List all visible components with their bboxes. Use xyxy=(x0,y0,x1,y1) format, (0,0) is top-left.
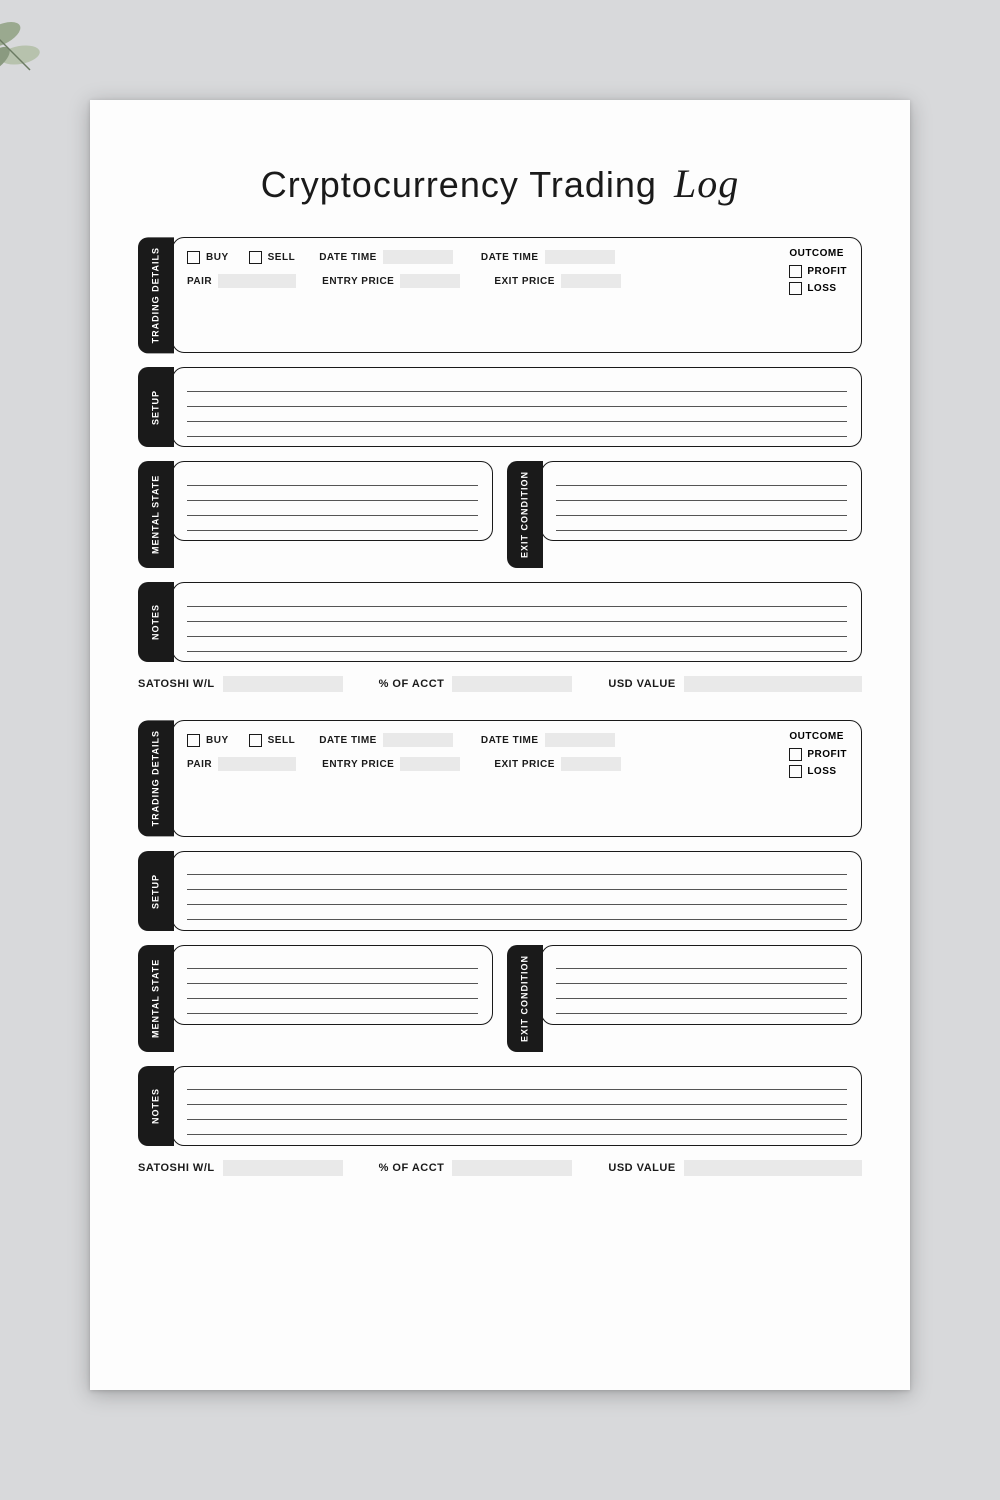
mental-state-tab: MENTAL STATE xyxy=(138,945,174,1052)
sell-checkbox[interactable] xyxy=(249,251,262,264)
mental-state-box[interactable] xyxy=(172,945,493,1025)
profit-label: PROFIT xyxy=(807,749,847,760)
title-script: Log xyxy=(674,161,739,206)
trade-entry: TRADING DETAILS BUY SELL DATE TIME DATE … xyxy=(138,720,862,1175)
satoshi-field[interactable] xyxy=(223,676,343,692)
outcome-group: OUTCOME PROFIT LOSS xyxy=(789,731,847,782)
buy-label: BUY xyxy=(206,735,229,746)
datetime-exit-label: DATE TIME xyxy=(481,252,539,263)
entry-price-label: ENTRY PRICE xyxy=(322,759,394,770)
sell-label: SELL xyxy=(268,252,296,263)
exit-condition-box[interactable] xyxy=(541,945,862,1025)
pair-field[interactable] xyxy=(218,757,296,771)
mental-state-box[interactable] xyxy=(172,461,493,541)
setup-box[interactable] xyxy=(172,851,862,931)
datetime-entry-field[interactable] xyxy=(383,250,453,264)
pair-label: PAIR xyxy=(187,759,212,770)
title-main: Cryptocurrency Trading xyxy=(261,164,657,205)
exit-price-field[interactable] xyxy=(561,757,621,771)
pair-field[interactable] xyxy=(218,274,296,288)
exit-price-field[interactable] xyxy=(561,274,621,288)
summary-row: SATOSHI W/L % OF ACCT USD VALUE xyxy=(138,676,862,692)
datetime-exit-field[interactable] xyxy=(545,733,615,747)
trading-details-section: TRADING DETAILS BUY SELL DATE TIME DATE … xyxy=(138,237,862,353)
pct-acct-field[interactable] xyxy=(452,1160,572,1176)
datetime-entry-label: DATE TIME xyxy=(319,252,377,263)
buy-label: BUY xyxy=(206,252,229,263)
exit-condition-tab: EXIT CONDITION xyxy=(507,461,543,568)
exit-condition-tab: EXIT CONDITION xyxy=(507,945,543,1052)
datetime-entry-field[interactable] xyxy=(383,733,453,747)
exit-condition-section: EXIT CONDITION xyxy=(507,945,862,1052)
notes-tab: NOTES xyxy=(138,1066,174,1146)
pair-label: PAIR xyxy=(187,276,212,287)
pct-acct-field[interactable] xyxy=(452,676,572,692)
trading-details-box: BUY SELL DATE TIME DATE TIME PAIR ENTRY … xyxy=(172,237,862,353)
entry-price-field[interactable] xyxy=(400,757,460,771)
datetime-exit-field[interactable] xyxy=(545,250,615,264)
usd-value-label: USD VALUE xyxy=(608,678,675,690)
profit-label: PROFIT xyxy=(807,266,847,277)
notes-section: NOTES xyxy=(138,582,862,662)
datetime-exit-label: DATE TIME xyxy=(481,735,539,746)
exit-price-label: EXIT PRICE xyxy=(494,759,555,770)
pct-acct-label: % OF ACCT xyxy=(379,678,445,690)
trading-details-section: TRADING DETAILS BUY SELL DATE TIME DATE … xyxy=(138,720,862,836)
pct-acct-label: % OF ACCT xyxy=(379,1162,445,1174)
buy-checkbox[interactable] xyxy=(187,734,200,747)
mental-state-section: MENTAL STATE xyxy=(138,945,493,1052)
exit-condition-section: EXIT CONDITION xyxy=(507,461,862,568)
loss-label: LOSS xyxy=(807,766,836,777)
setup-section: SETUP xyxy=(138,851,862,931)
outcome-label: OUTCOME xyxy=(789,731,847,742)
trading-details-box: BUY SELL DATE TIME DATE TIME PAIR ENTRY … xyxy=(172,720,862,836)
setup-section: SETUP xyxy=(138,367,862,447)
profit-checkbox[interactable] xyxy=(789,748,802,761)
outcome-group: OUTCOME PROFIT LOSS xyxy=(789,248,847,299)
loss-label: LOSS xyxy=(807,283,836,294)
outcome-label: OUTCOME xyxy=(789,248,847,259)
exit-condition-box[interactable] xyxy=(541,461,862,541)
notes-tab: NOTES xyxy=(138,582,174,662)
setup-tab: SETUP xyxy=(138,851,174,931)
satoshi-field[interactable] xyxy=(223,1160,343,1176)
setup-box[interactable] xyxy=(172,367,862,447)
usd-value-label: USD VALUE xyxy=(608,1162,675,1174)
buy-checkbox[interactable] xyxy=(187,251,200,264)
setup-tab: SETUP xyxy=(138,367,174,447)
datetime-entry-label: DATE TIME xyxy=(319,735,377,746)
profit-checkbox[interactable] xyxy=(789,265,802,278)
page-title: Cryptocurrency Trading Log xyxy=(138,160,862,207)
trade-entry: TRADING DETAILS BUY SELL DATE TIME DATE … xyxy=(138,237,862,692)
loss-checkbox[interactable] xyxy=(789,765,802,778)
satoshi-label: SATOSHI W/L xyxy=(138,1162,215,1174)
mental-state-section: MENTAL STATE xyxy=(138,461,493,568)
trading-details-tab: TRADING DETAILS xyxy=(138,720,174,836)
log-page: Cryptocurrency Trading Log TRADING DETAI… xyxy=(90,100,910,1390)
trading-details-tab: TRADING DETAILS xyxy=(138,237,174,353)
satoshi-label: SATOSHI W/L xyxy=(138,678,215,690)
sell-checkbox[interactable] xyxy=(249,734,262,747)
summary-row: SATOSHI W/L % OF ACCT USD VALUE xyxy=(138,1160,862,1176)
loss-checkbox[interactable] xyxy=(789,282,802,295)
decorative-leaf xyxy=(0,10,70,90)
sell-label: SELL xyxy=(268,735,296,746)
exit-price-label: EXIT PRICE xyxy=(494,276,555,287)
usd-value-field[interactable] xyxy=(684,676,862,692)
mental-state-tab: MENTAL STATE xyxy=(138,461,174,568)
entry-price-label: ENTRY PRICE xyxy=(322,276,394,287)
notes-box[interactable] xyxy=(172,582,862,662)
entry-price-field[interactable] xyxy=(400,274,460,288)
notes-section: NOTES xyxy=(138,1066,862,1146)
usd-value-field[interactable] xyxy=(684,1160,862,1176)
notes-box[interactable] xyxy=(172,1066,862,1146)
